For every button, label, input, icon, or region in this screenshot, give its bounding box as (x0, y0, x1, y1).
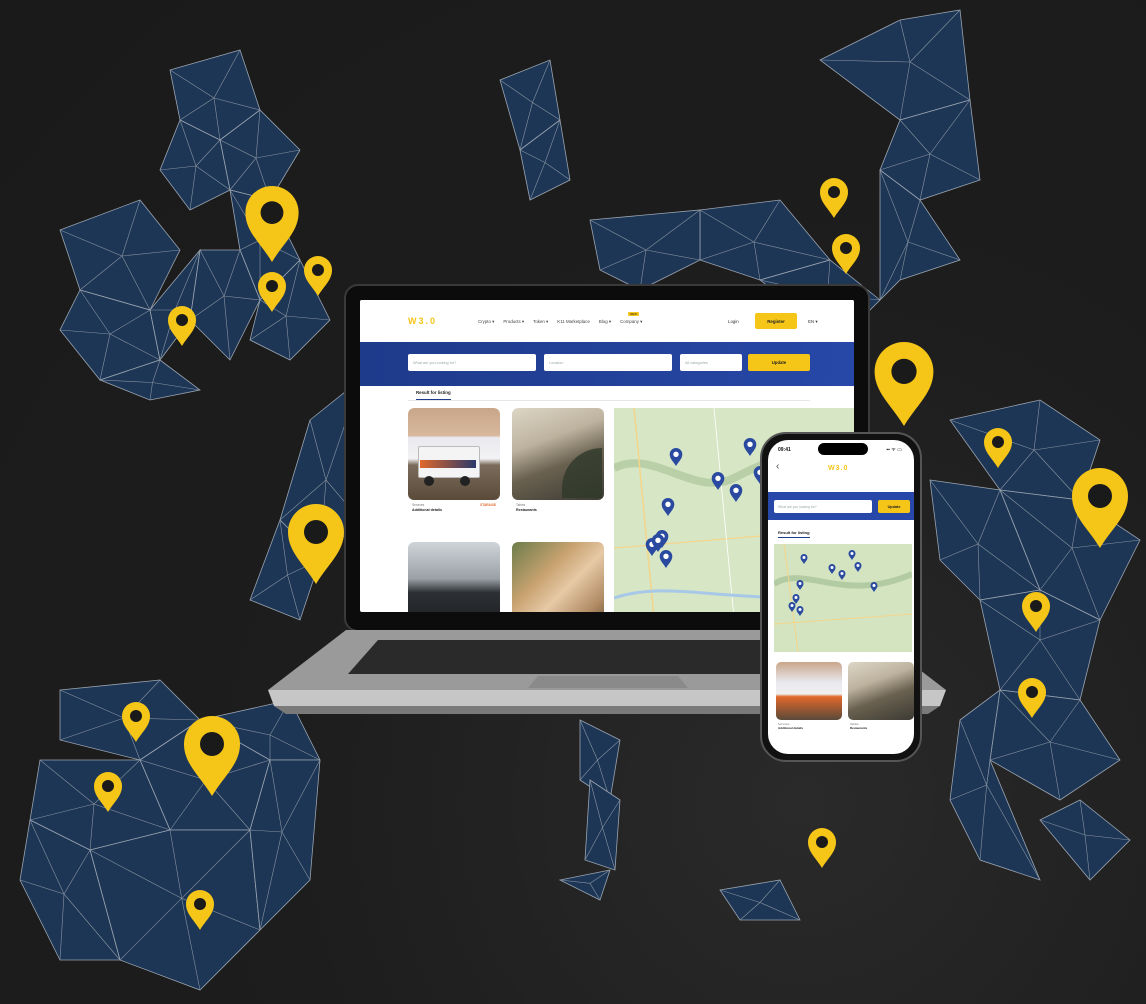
map-pin-icon (854, 562, 862, 572)
nav-item-token[interactable]: Token ▾ (533, 319, 548, 325)
mobile-listing-card[interactable]: Tables Restaurants (848, 662, 914, 732)
map-pin-icon (659, 550, 673, 568)
phone: 09:41 ▪▪ ᯤ ▭ ‹ W3.0 What are you looking… (760, 432, 922, 762)
restaurant-photo (512, 408, 604, 500)
card-title: Restaurants (850, 726, 868, 730)
login-link[interactable]: Login (728, 319, 739, 324)
location-pin-icon (820, 178, 848, 218)
mobile-update-button[interactable]: Update (878, 500, 910, 513)
search-bar: What are you looking for? Location All c… (360, 342, 854, 386)
location-pin-icon (808, 828, 836, 868)
nav-item-blog[interactable]: Blog ▾ (599, 319, 611, 325)
mobile-listing-card[interactable]: Services Additional details (776, 662, 842, 732)
listing-card[interactable]: Services STARAXIS Additional details (408, 408, 500, 516)
mobile-result-tab[interactable]: Result for listing (778, 530, 810, 538)
map-pins (645, 438, 767, 568)
map-pin-icon (796, 606, 804, 616)
site-nav: Crypto ▾ Products ▾ Token ▾ K11 Marketpl… (478, 319, 642, 325)
nav-item-products[interactable]: Products ▾ (503, 319, 524, 325)
card-title: Additional details (412, 508, 442, 512)
map-region (719, 879, 801, 921)
status-time: 09:41 (778, 447, 791, 453)
category-select[interactable]: All categories (680, 354, 742, 371)
card-title: Additional details (778, 726, 804, 730)
map-region (584, 779, 621, 871)
car-photo (408, 542, 500, 612)
map-pin-icon (743, 438, 757, 456)
mobile-map-svg (774, 544, 912, 652)
map-pin-icon (800, 554, 808, 564)
card-category: Tables (516, 503, 526, 507)
map-pin-icon (711, 472, 725, 490)
tow-truck-photo (776, 662, 842, 720)
card-logo: STARAXIS (480, 503, 496, 507)
tow-truck-photo (408, 408, 500, 500)
mobile-search-bar: What are you looking for? Update (768, 492, 914, 520)
map-pin-icon (796, 580, 804, 590)
nav-item-marketplace[interactable]: K11 Marketplace (557, 319, 590, 325)
map-pin-icon (729, 484, 743, 502)
update-button[interactable]: Update (748, 354, 810, 371)
phone-notch (818, 443, 868, 455)
map-region (89, 829, 261, 991)
map-region (558, 869, 611, 901)
nav-item-crypto[interactable]: Crypto ▾ (478, 319, 494, 325)
language-select[interactable]: EN ▾ (808, 319, 818, 325)
mobile-results-map[interactable] (774, 544, 912, 652)
map-pin-icon (669, 448, 683, 466)
mobile-screenshot: 09:41 ▪▪ ᯤ ▭ ‹ W3.0 What are you looking… (768, 440, 914, 754)
nav-item-company[interactable]: Company ▾ (620, 319, 642, 325)
map-pin-icon (828, 564, 836, 574)
mobile-logo[interactable]: W3.0 (828, 465, 848, 472)
map-pin-icon (870, 582, 878, 592)
map-pin-icon (838, 570, 846, 580)
card-category: Services (412, 503, 425, 507)
friends-dining-photo (512, 542, 604, 612)
new-badge: NEW (628, 312, 639, 316)
card-title: Restaurants (516, 508, 537, 512)
listing-card[interactable] (512, 542, 604, 612)
result-tab[interactable]: Result for listing (416, 390, 451, 400)
map-region (1039, 799, 1131, 881)
divider (408, 400, 810, 401)
map-region (819, 9, 971, 121)
status-icons: ▪▪ ᯤ ▭ (886, 447, 902, 453)
restaurant-photo (848, 662, 914, 720)
listing-card[interactable] (408, 542, 500, 612)
mobile-search-input[interactable]: What are you looking for? (774, 500, 872, 513)
map-pin-icon (788, 602, 796, 612)
listing-card[interactable]: Tables Restaurants (512, 408, 604, 516)
location-input[interactable]: Location (544, 354, 672, 371)
search-input[interactable]: What are you looking for? (408, 354, 536, 371)
map-pin-icon (848, 550, 856, 560)
map-region (989, 689, 1121, 801)
map-pin-icon (661, 498, 675, 516)
site-logo[interactable]: W3.0 (408, 316, 437, 326)
site-header: W3.0 Crypto ▾ Products ▾ Token ▾ K11 Mar… (360, 300, 854, 342)
trackpad[interactable] (528, 676, 688, 688)
location-pin-icon (874, 342, 934, 426)
register-button[interactable]: Register (755, 313, 797, 329)
back-icon[interactable]: ‹ (776, 461, 779, 472)
